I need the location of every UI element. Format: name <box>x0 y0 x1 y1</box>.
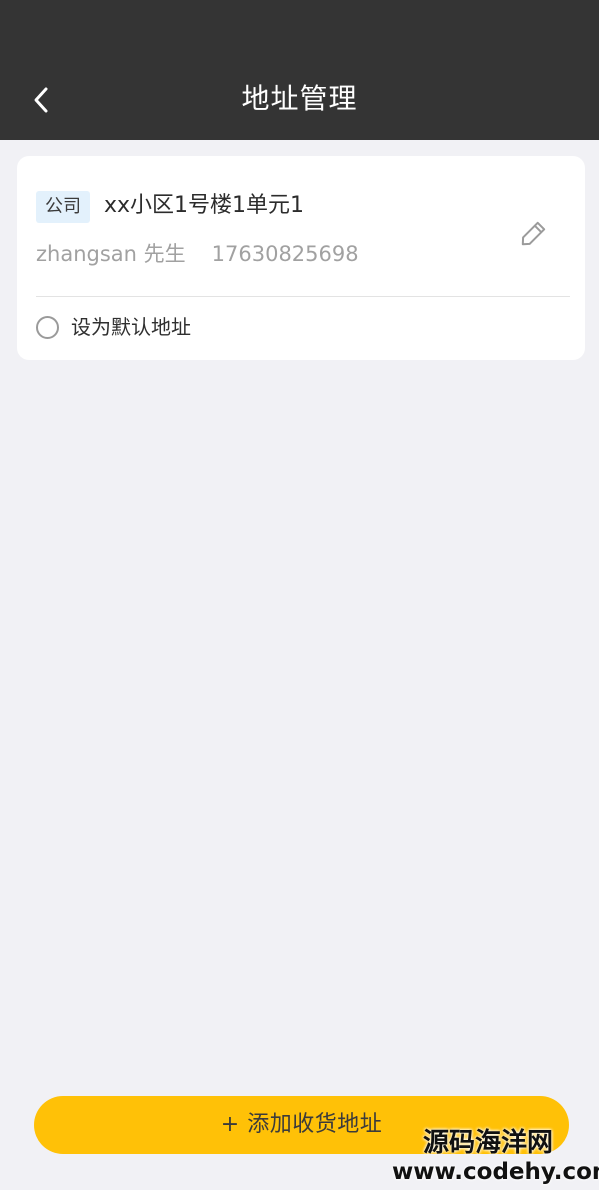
contact-name: zhangsan 先生 <box>36 242 186 266</box>
add-address-button[interactable]: + 添加收货地址 <box>34 1096 569 1154</box>
card-divider <box>36 296 570 297</box>
address-card: 公司 xx小区1号楼1单元1 zhangsan 先生 17630825698 设为… <box>17 156 585 360</box>
edit-address-button[interactable] <box>517 216 551 250</box>
page-title: 地址管理 <box>241 82 358 115</box>
address-text: xx小区1号楼1单元1 <box>104 193 305 218</box>
watermark-site-url: www.codehy.com <box>392 1159 599 1185</box>
set-default-label: 设为默认地址 <box>71 315 191 339</box>
set-default-address-option[interactable]: 设为默认地址 <box>36 311 191 343</box>
pencil-icon <box>521 221 546 246</box>
app-header: 地址管理 <box>0 0 599 140</box>
default-radio[interactable] <box>36 315 59 339</box>
contact-phone: 17630825698 <box>211 242 359 266</box>
address-management-screen: 地址管理 公司 xx小区1号楼1单元1 zhangsan 先生 176308256… <box>0 0 599 1190</box>
address-tag: 公司 <box>36 191 90 223</box>
contact-info: zhangsan 先生 17630825698 <box>36 238 359 270</box>
